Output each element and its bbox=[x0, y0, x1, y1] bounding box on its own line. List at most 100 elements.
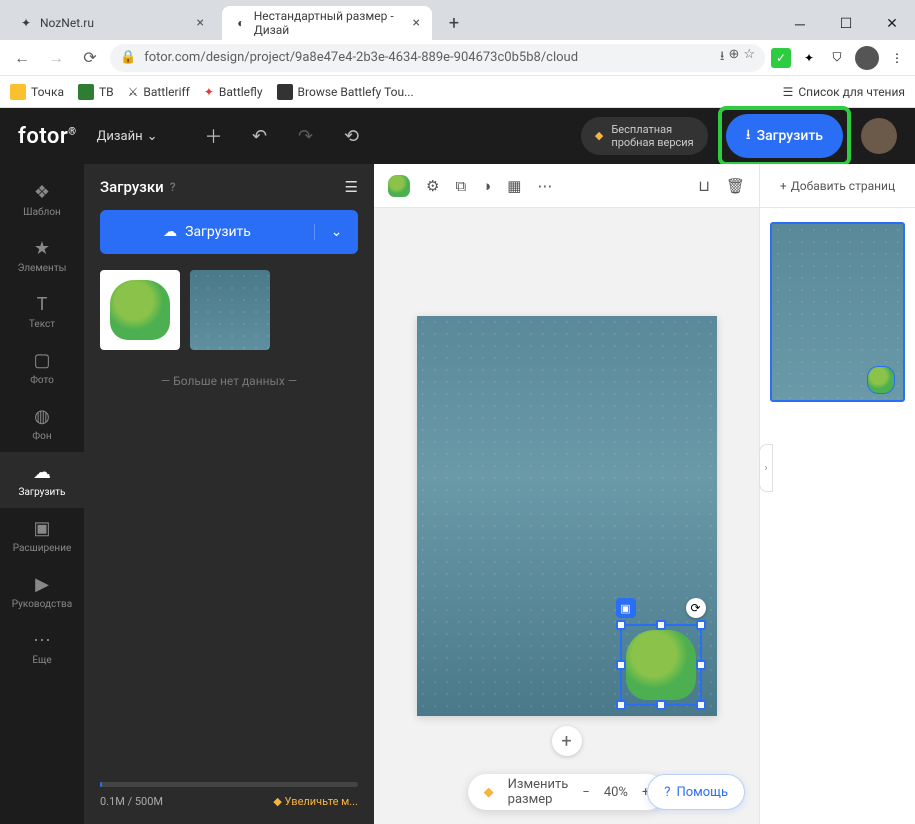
artboard[interactable]: ▣ ⟳ + bbox=[417, 316, 717, 716]
storage-info: 0.1M / 500M ◆ Увеличьте м... bbox=[84, 770, 374, 824]
yoshi-image bbox=[626, 630, 696, 700]
user-avatar[interactable] bbox=[861, 118, 897, 154]
close-icon[interactable]: × bbox=[197, 15, 204, 31]
design-label: Дизайн bbox=[97, 129, 143, 144]
translate-icon[interactable]: ⊕ bbox=[728, 47, 739, 69]
add-page-below-icon[interactable]: + bbox=[552, 726, 582, 756]
reload-icon[interactable]: ⟳ bbox=[76, 44, 104, 72]
forward-icon[interactable]: → bbox=[42, 44, 70, 72]
resize-handle[interactable] bbox=[616, 620, 626, 630]
crop-icon[interactable]: ⧉ bbox=[455, 177, 466, 195]
resize-handle[interactable] bbox=[656, 700, 666, 710]
upload-thumb[interactable] bbox=[190, 270, 270, 350]
trial-badge[interactable]: ◆ Бесплатнаяпробная версия bbox=[581, 117, 708, 155]
reading-list-button[interactable]: ☰Список для чтения bbox=[783, 85, 905, 99]
rotate-icon[interactable]: ⟳ bbox=[686, 598, 706, 618]
rail-item-загрузить[interactable]: ☁Загрузить bbox=[0, 452, 84, 508]
more-icon[interactable]: ⋯ bbox=[537, 177, 552, 195]
rail-item-еще[interactable]: ⋯Еще bbox=[0, 620, 84, 676]
add-page-button[interactable]: + Добавить страниц bbox=[760, 164, 915, 208]
adjust-icon[interactable]: ⚙ bbox=[426, 177, 439, 195]
rail-item-шаблон[interactable]: ❖Шаблон bbox=[0, 172, 84, 228]
rail-item-руководства[interactable]: ▶Руководства bbox=[0, 564, 84, 620]
canvas-area: ⚙ ⧉ ◑ ▦ ⋯ ⊔ 🗑 ▣ ⟳ bbox=[374, 164, 759, 824]
diamond-icon: ◆ bbox=[484, 785, 494, 800]
rail-item-фото[interactable]: ▢Фото bbox=[0, 340, 84, 396]
rail-label: Элементы bbox=[18, 263, 67, 274]
transparency-icon[interactable]: ▦ bbox=[507, 177, 521, 195]
new-tab-button[interactable]: + bbox=[440, 9, 468, 37]
upload-button[interactable]: ☁ Загрузить ⌄ bbox=[100, 210, 358, 254]
close-icon[interactable]: × bbox=[413, 15, 420, 31]
sync-icon[interactable]: ⟲ bbox=[333, 118, 369, 154]
maximize-icon[interactable]: ☐ bbox=[823, 8, 869, 40]
zoom-out-icon[interactable]: − bbox=[582, 785, 589, 800]
rail-item-элементы[interactable]: ★Элементы bbox=[0, 228, 84, 284]
minimize-icon[interactable]: ─ bbox=[777, 8, 823, 40]
close-window-icon[interactable]: ✕ bbox=[869, 8, 915, 40]
app-header: fotor® Дизайн ⌄ ＋ ↶ ↷ ⟲ ◆ Бесплатнаяпроб… bbox=[0, 108, 915, 164]
upload-thumb[interactable] bbox=[100, 270, 180, 350]
bookmark-item[interactable]: ⚔Battleriff bbox=[128, 85, 190, 99]
lock-icon: 🔒 bbox=[120, 50, 136, 65]
upload-main[interactable]: ☁ Загрузить bbox=[100, 224, 314, 240]
rail-item-расширение[interactable]: ▣Расширение bbox=[0, 508, 84, 564]
add-button[interactable]: ＋ bbox=[195, 118, 231, 154]
rail-item-текст[interactable]: TТекст bbox=[0, 284, 84, 340]
canvas-viewport[interactable]: ▣ ⟳ + bbox=[374, 208, 759, 824]
star-icon[interactable]: ☆ bbox=[743, 47, 755, 69]
download-button[interactable]: ⭳ Загрузить bbox=[726, 114, 843, 158]
help-icon[interactable]: ? bbox=[170, 180, 176, 194]
canvas-toolbar: ⚙ ⧉ ◑ ▦ ⋯ ⊔ 🗑 bbox=[374, 164, 759, 208]
browser-tab-active[interactable]: ◐ Нестандартный размер - Дизай × bbox=[222, 6, 432, 40]
effects-icon[interactable]: ◑ bbox=[482, 177, 491, 195]
undo-icon[interactable]: ↶ bbox=[241, 118, 277, 154]
profile-avatar[interactable] bbox=[855, 46, 879, 70]
diamond-icon: ◆ bbox=[595, 129, 603, 142]
delete-icon[interactable]: 🗑 bbox=[726, 177, 745, 195]
bookmark-label: Battlefly bbox=[219, 85, 263, 99]
upgrade-link[interactable]: ◆ Увеличьте м... bbox=[273, 795, 358, 808]
shield-icon[interactable]: ⛉ bbox=[827, 48, 847, 68]
extension-icon[interactable]: ✓ bbox=[771, 48, 791, 68]
bookmark-item[interactable]: Точка bbox=[10, 84, 64, 100]
install-icon[interactable]: ⭳ bbox=[720, 47, 725, 69]
fotor-logo[interactable]: fotor® bbox=[18, 124, 77, 149]
replace-image-icon[interactable]: ▣ bbox=[616, 598, 636, 618]
rail-item-фон[interactable]: ◍Фон bbox=[0, 396, 84, 452]
back-icon[interactable]: ← bbox=[8, 44, 36, 72]
resize-handle[interactable] bbox=[696, 700, 706, 710]
url-input[interactable]: 🔒 fotor.com/design/project/9a8e47e4-2b3e… bbox=[110, 44, 765, 72]
uploads-panel: Загрузки ? ☰ ☁ Загрузить ⌄ — Больше нет … bbox=[84, 164, 374, 824]
help-button[interactable]: ? Помощь bbox=[647, 774, 745, 810]
page-thumbnail[interactable] bbox=[770, 222, 905, 402]
unlock-icon[interactable]: ⊔ bbox=[698, 177, 710, 195]
object-thumbnail[interactable] bbox=[388, 175, 410, 197]
bookmark-item[interactable]: ТВ bbox=[78, 84, 114, 100]
trial-line: пробная версия bbox=[611, 136, 693, 149]
browser-titlebar: ✦ NozNet.ru × ◐ Нестандартный размер - Д… bbox=[0, 0, 915, 40]
design-dropdown[interactable]: Дизайн ⌄ bbox=[97, 129, 158, 144]
panel-menu-icon[interactable]: ☰ bbox=[345, 178, 358, 196]
reading-list-label: Список для чтения bbox=[798, 85, 905, 99]
redo-icon[interactable]: ↷ bbox=[287, 118, 323, 154]
bookmark-item[interactable]: ✦Battlefly bbox=[204, 85, 263, 99]
puzzle-icon[interactable]: ✦ bbox=[799, 48, 819, 68]
resize-handle[interactable] bbox=[696, 620, 706, 630]
resize-button[interactable]: Изменить размер bbox=[508, 777, 569, 807]
resize-handle[interactable] bbox=[616, 700, 626, 710]
browser-tab-inactive[interactable]: ✦ NozNet.ru × bbox=[6, 6, 216, 40]
help-label: Помощь bbox=[676, 785, 728, 800]
panel-title: Загрузки bbox=[100, 178, 164, 196]
resize-handle[interactable] bbox=[616, 660, 626, 670]
expand-panel-icon[interactable]: › bbox=[759, 444, 773, 492]
resize-handle[interactable] bbox=[696, 660, 706, 670]
download-icon: ⭳ bbox=[746, 124, 751, 148]
selected-object[interactable]: ▣ ⟳ bbox=[620, 624, 702, 706]
zoom-value[interactable]: 40% bbox=[604, 785, 628, 800]
menu-icon[interactable]: ⋮ bbox=[887, 48, 907, 68]
bookmark-item[interactable]: Browse Battlefy Tou... bbox=[277, 84, 414, 100]
chevron-down-icon: ⌄ bbox=[147, 129, 158, 144]
upload-dropdown[interactable]: ⌄ bbox=[314, 224, 358, 240]
resize-handle[interactable] bbox=[656, 620, 666, 630]
